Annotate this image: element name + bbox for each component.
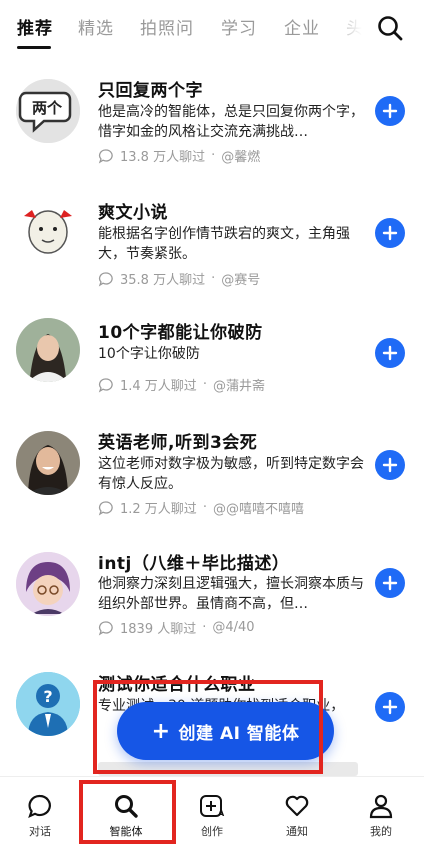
separator: ·: [202, 620, 207, 635]
agent-meta: 1839 人聊过 · @4/40: [98, 618, 255, 637]
add-agent-button[interactable]: [375, 692, 405, 722]
tab-study[interactable]: 学习: [221, 14, 257, 39]
tab-fade: [330, 0, 370, 56]
comment-icon: [98, 377, 113, 392]
agent-meta: 1.4 万人聊过 · @蒲井斋: [98, 375, 265, 394]
avatar: [16, 196, 80, 260]
plus-icon: [382, 345, 398, 361]
author: @赛号: [221, 273, 261, 288]
add-agent-button[interactable]: [375, 338, 405, 368]
search-icon: [378, 16, 403, 41]
tab-featured[interactable]: 精选: [78, 14, 114, 39]
plus-icon: [382, 103, 398, 119]
avatar: [16, 318, 80, 382]
svg-text:?: ?: [43, 687, 52, 706]
bottom-navigation: 对话 智能体 AI 创作 通知 我的: [0, 776, 424, 845]
chat-count: 1.4 万人聊过: [120, 379, 197, 394]
plus-icon: [382, 225, 398, 241]
agent-description: 他是高冷的智能体，总是只回复你两个字，惜字如金的风格让交流充满挑战…: [98, 104, 364, 140]
list-item[interactable]: 10个字都能让你破防 10个字让你破防 1.4 万人聊过 · @蒲井斋: [0, 304, 424, 428]
separator: ·: [202, 500, 207, 515]
avatar: ?: [16, 672, 80, 736]
avatar: 两个: [16, 79, 80, 143]
tab-photo-ask[interactable]: 拍照问: [140, 14, 194, 39]
agent-description: 能根据名字创作情节跌宕的爽文，主角强大，节奏紧张。: [98, 226, 350, 262]
agent-meta: 35.8 万人聊过 · @赛号: [98, 269, 260, 288]
avatar: [16, 431, 80, 495]
list-item[interactable]: 英语老师,听到3会死 这位老师对数字极为敏感，听到特定数字会有惊人反应。 1.2…: [0, 428, 424, 552]
list-item[interactable]: 爽文小说 能根据名字创作情节跌宕的爽文，主角强大，节奏紧张。 35.8 万人聊过…: [0, 180, 424, 304]
tab-recommend[interactable]: 推荐: [17, 14, 53, 39]
agent-title: intj（八维＋毕比描述）: [98, 554, 290, 574]
author: @4/40: [212, 620, 255, 635]
agent-description: 他洞察力深刻且逻辑强大，擅长洞察本质与组织外部世界。虽情商不高，但…: [98, 576, 364, 612]
author: @蒲井斋: [212, 379, 265, 394]
agent-title: 英语老师,听到3会死: [98, 433, 258, 453]
nav-profile[interactable]: 我的: [349, 793, 413, 839]
chat-icon: [28, 794, 51, 819]
plus-icon: [382, 457, 398, 473]
nav-create[interactable]: AI 创作: [180, 793, 244, 839]
ai-create-icon: AI: [200, 795, 225, 818]
nav-label: 对话: [29, 825, 51, 838]
chat-count: 35.8 万人聊过: [120, 273, 206, 288]
comment-icon: [98, 271, 113, 286]
nav-label: 通知: [286, 825, 308, 838]
agent-title: 爽文小说: [98, 203, 168, 223]
agent-title: 只回复两个字: [98, 81, 203, 101]
avatar-text: 两个: [32, 99, 63, 117]
agent-description: 10个字让你破防: [98, 346, 200, 362]
agent-title: 10个字都能让你破防: [98, 323, 263, 343]
list-item[interactable]: 两个 只回复两个字 他是高冷的智能体，总是只回复你两个字，惜字如金的风格让交流充…: [0, 56, 424, 180]
add-agent-button[interactable]: [375, 568, 405, 598]
top-tab-bar: 推荐 精选 拍照问 学习 企业 头: [0, 0, 424, 56]
comment-icon: [98, 500, 113, 515]
tab-enterprise[interactable]: 企业: [284, 14, 320, 39]
nav-label: 创作: [201, 825, 223, 838]
separator: ·: [211, 271, 216, 286]
add-agent-button[interactable]: [375, 218, 405, 248]
agent-meta: 13.8 万人聊过 · @馨燃: [98, 146, 260, 165]
highlight-box-agents-tab: [79, 780, 176, 844]
agent-description: 这位老师对数字极为敏感，听到特定数字会有惊人反应。: [98, 456, 364, 492]
separator: ·: [202, 377, 207, 392]
nav-chat[interactable]: 对话: [8, 793, 72, 839]
comment-icon: [98, 148, 113, 163]
plus-icon: [382, 699, 398, 715]
nav-label: 我的: [370, 825, 392, 838]
heart-icon: [285, 795, 309, 817]
avatar: [16, 552, 80, 616]
author: @馨燃: [221, 150, 261, 165]
agent-meta: 1.2 万人聊过 · @@嘻嘻不嘻嘻: [98, 498, 304, 517]
highlight-box-create: [93, 680, 323, 774]
chat-count: 13.8 万人聊过: [120, 150, 206, 165]
search-button[interactable]: [376, 14, 404, 42]
add-agent-button[interactable]: [375, 96, 405, 126]
chat-count: 1839 人聊过: [120, 622, 197, 637]
plus-icon: [382, 575, 398, 591]
active-tab-indicator: [17, 46, 51, 49]
profile-icon: [369, 794, 393, 819]
comment-icon: [98, 620, 113, 635]
author: @@嘻嘻不嘻嘻: [212, 502, 304, 517]
svg-text:AI: AI: [218, 809, 225, 818]
chat-count: 1.2 万人聊过: [120, 502, 197, 517]
add-agent-button[interactable]: [375, 450, 405, 480]
separator: ·: [211, 148, 216, 163]
list-item[interactable]: intj（八维＋毕比描述） 他洞察力深刻且逻辑强大，擅长洞察本质与组织外部世界。…: [0, 552, 424, 676]
nav-notifications[interactable]: 通知: [265, 793, 329, 839]
